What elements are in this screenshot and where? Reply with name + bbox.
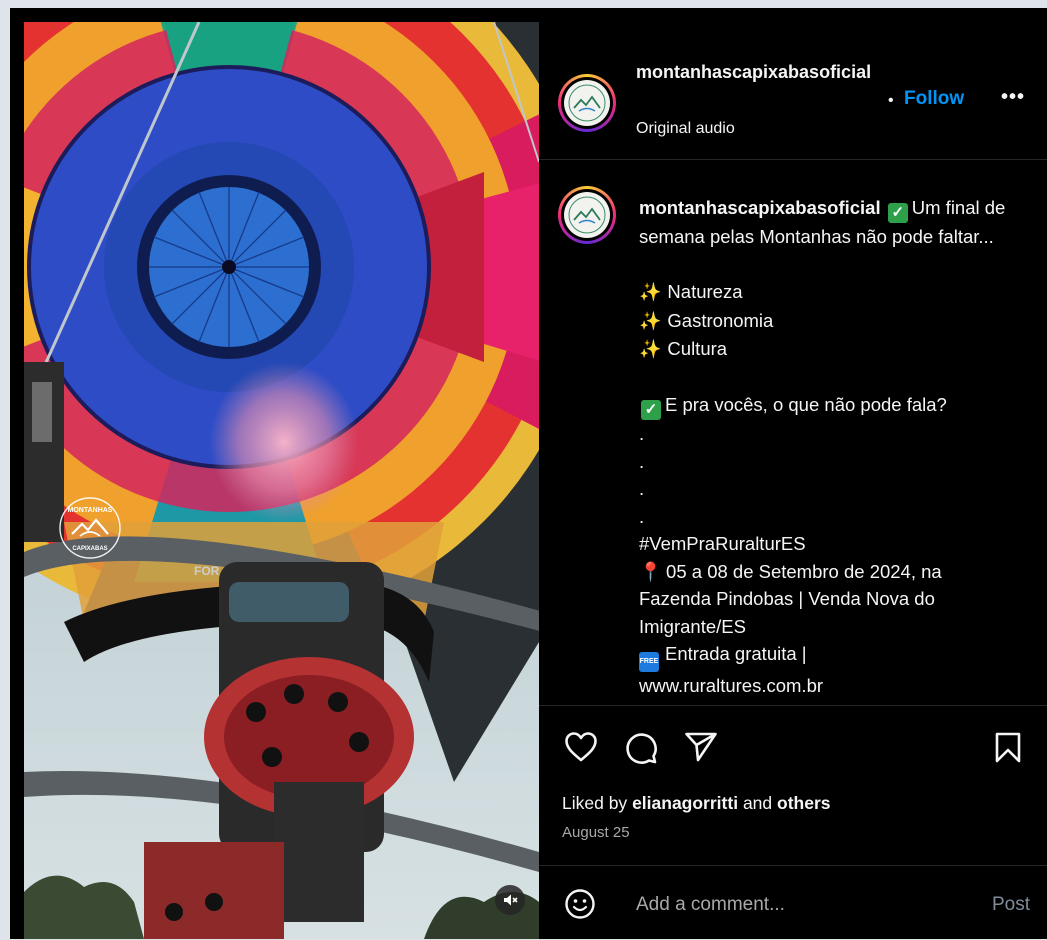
pin-icon: 📍 bbox=[639, 560, 663, 582]
caption-dot: . bbox=[639, 423, 645, 444]
montanhas-capixabas-watermark: MONTANHAS CAPIXABAS bbox=[59, 497, 121, 559]
check-mark-icon: ✓ bbox=[641, 400, 661, 420]
hot-air-balloon-image: FOR bbox=[24, 22, 539, 939]
bookmark-icon[interactable] bbox=[994, 731, 1022, 764]
liked-conj: and bbox=[742, 793, 773, 813]
audio-label[interactable]: Original audio bbox=[636, 120, 735, 138]
comment-bar: Post bbox=[539, 865, 1047, 940]
post-header: montanhascapixabasoficial Original audio… bbox=[539, 22, 1047, 160]
caption-website[interactable]: www.ruraltures.com.br bbox=[639, 672, 1014, 700]
caption-item: Natureza bbox=[667, 281, 743, 302]
liked-prefix: Liked by bbox=[562, 793, 628, 813]
check-mark-icon: ✓ bbox=[887, 203, 908, 223]
caption-item: Cultura bbox=[667, 338, 728, 359]
caption-event-line: 05 a 08 de Setembro de 2024, na Fazenda … bbox=[639, 560, 942, 637]
smiley-icon[interactable] bbox=[564, 888, 596, 920]
comment-bubble-icon[interactable] bbox=[624, 731, 658, 765]
sparkles-icon: ✨ bbox=[639, 282, 662, 302]
sparkles-icon: ✨ bbox=[639, 339, 662, 359]
post-sidebar: montanhascapixabasoficial Original audio… bbox=[539, 22, 1047, 939]
caption-scroll-area[interactable]: montanhascapixabasoficial ✓ Um final de s… bbox=[539, 160, 1047, 705]
watermark-bottom-text: CAPIXABAS bbox=[72, 546, 107, 552]
caption-avatar[interactable] bbox=[558, 186, 616, 244]
comment-input[interactable] bbox=[634, 893, 968, 917]
montanhas-logo-icon bbox=[568, 196, 606, 234]
montanhas-logo-icon bbox=[568, 84, 606, 122]
liked-user-link[interactable]: elianagorritti bbox=[632, 793, 738, 813]
sparkles-icon: ✨ bbox=[639, 310, 662, 331]
post-date[interactable]: August 25 bbox=[562, 824, 630, 841]
header-avatar[interactable] bbox=[558, 74, 616, 132]
liked-others-link[interactable]: others bbox=[777, 793, 830, 813]
caption-hashtag[interactable]: #VemPraRuralturES bbox=[639, 530, 1014, 558]
caption-item: Gastronomia bbox=[667, 309, 774, 331]
caption-dot: . bbox=[639, 505, 645, 527]
header-username[interactable]: montanhascapixabasoficial bbox=[636, 60, 886, 85]
watermark-top-text: MONTANHAS bbox=[68, 507, 113, 514]
likes-summary: Liked by elianagorritti and others bbox=[562, 793, 831, 814]
caption-dot: . bbox=[639, 478, 645, 499]
free-badge-icon: FREE bbox=[639, 652, 659, 672]
speaker-muted-icon bbox=[504, 894, 518, 906]
post-modal: FOR MONTANHAS CAPIXABAS montanhascapixab… bbox=[10, 8, 1047, 939]
post-caption: montanhascapixabasoficial ✓ Um final de s… bbox=[639, 194, 1014, 700]
burner-label: FOR bbox=[194, 564, 220, 578]
caption-entry-line: Entrada gratuita | bbox=[665, 643, 807, 664]
post-comment-button[interactable]: Post bbox=[992, 894, 1030, 916]
caption-question: E pra vocês, o que não pode fala? bbox=[665, 394, 947, 415]
header-separator: • bbox=[888, 92, 894, 109]
mute-button[interactable] bbox=[495, 885, 525, 915]
post-actions: Liked by elianagorritti and others Augus… bbox=[539, 705, 1047, 866]
follow-button[interactable]: Follow bbox=[904, 88, 964, 110]
post-video[interactable]: FOR MONTANHAS CAPIXABAS bbox=[24, 22, 539, 939]
caption-dot: . bbox=[639, 450, 645, 472]
caption-username[interactable]: montanhascapixabasoficial bbox=[639, 197, 881, 218]
heart-icon[interactable] bbox=[564, 731, 598, 763]
more-options-button[interactable]: ••• bbox=[1001, 86, 1025, 109]
paper-plane-icon[interactable] bbox=[684, 731, 718, 763]
